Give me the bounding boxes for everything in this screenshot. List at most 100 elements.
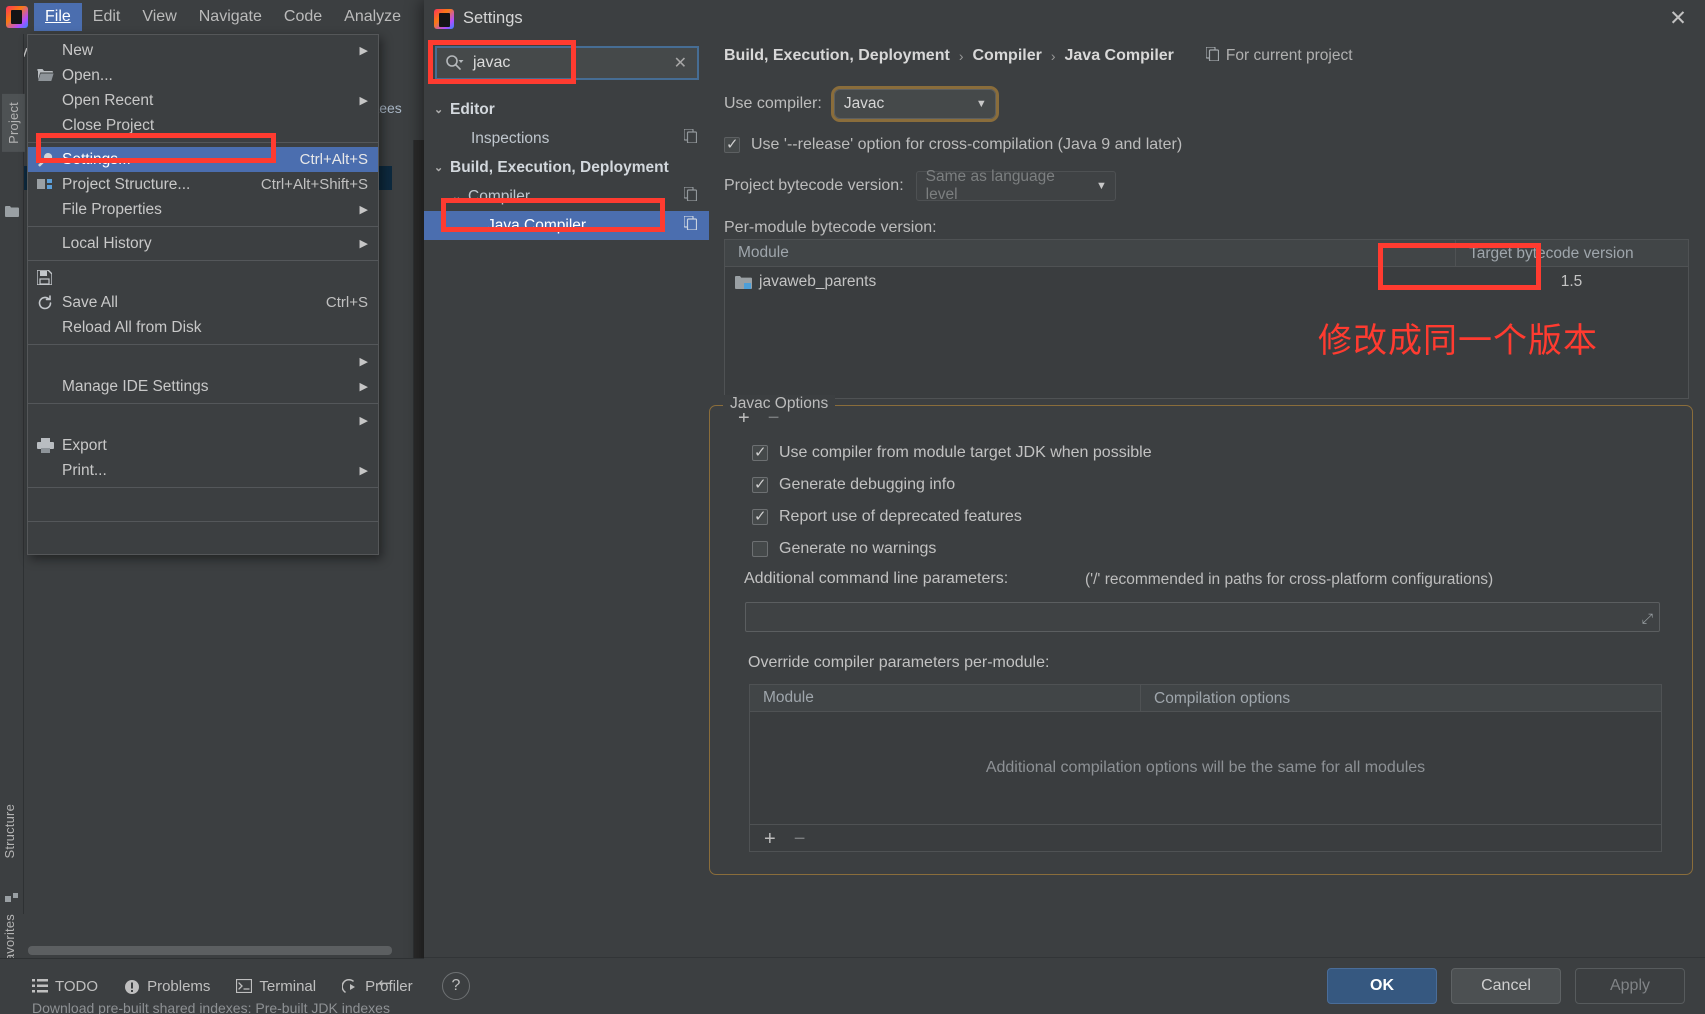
per-module-bytecode-row: Per-module bytecode version:	[709, 219, 1705, 237]
javac-options-legend: Javac Options	[723, 395, 836, 413]
generate-debugging-info-label: Generate debugging info	[779, 476, 956, 493]
help-button[interactable]: ?	[442, 972, 470, 1000]
module-icon	[735, 275, 752, 290]
chevron-down-icon[interactable]: ⌄	[434, 103, 450, 116]
search-input[interactable]: javac ✕	[435, 46, 699, 80]
additional-params-label: Additional command line parameters:	[744, 570, 1009, 587]
horizontal-scrollbar[interactable]	[28, 946, 392, 955]
copy-icon[interactable]	[683, 128, 698, 148]
breadcrumb-item-compiler[interactable]: Compiler	[972, 47, 1041, 65]
cancel-button[interactable]: Cancel	[1451, 968, 1561, 1004]
breadcrumb-item-build[interactable]: Build, Execution, Deployment	[724, 47, 950, 65]
report-deprecated-checkbox[interactable]	[752, 507, 768, 525]
menu-item-local-history-label: Local History	[62, 234, 152, 252]
settings-dialog: Settings ✕ javac ✕ ⌄ Editor Inspections …	[424, 0, 1705, 1014]
tree-item-build-label: Build, Execution, Deployment	[450, 158, 669, 176]
menu-item-manage-ide-settings[interactable]: ▶	[28, 349, 378, 374]
menubar-code-label: Code	[283, 8, 323, 25]
menu-item-exit[interactable]	[28, 526, 378, 551]
status-item-terminal[interactable]: Terminal	[236, 978, 316, 995]
expand-icon[interactable]: ⤢	[1642, 610, 1653, 627]
breadcrumb-item-java-compiler[interactable]: Java Compiler	[1065, 47, 1174, 65]
table-row[interactable]: javaweb_parents 1.5	[725, 267, 1688, 297]
generate-debugging-info-checkbox[interactable]	[752, 475, 768, 493]
menu-item-open-recent[interactable]: Open Recent ▶	[28, 88, 378, 113]
menubar-item-navigate[interactable]: Navigate	[188, 3, 273, 31]
menu-item-local-history[interactable]: Local History ▶	[28, 231, 378, 256]
chevron-down-icon[interactable]: ⌄	[452, 190, 468, 203]
menu-item-project-structure-label: Project Structure...	[62, 175, 191, 193]
tree-item-editor[interactable]: ⌄ Editor	[424, 95, 709, 124]
column-header-module[interactable]: Module	[750, 689, 1140, 707]
close-icon[interactable]: ✕	[1665, 7, 1691, 31]
column-header-target-bytecode[interactable]: Target bytecode version	[1455, 239, 1688, 267]
chevron-right-icon: ▶	[359, 465, 368, 477]
menubar-item-analyze[interactable]: Analyze	[333, 3, 412, 31]
chevron-right-icon: ▶	[359, 238, 368, 250]
search-field-wrapper: javac ✕	[435, 46, 699, 80]
problems-icon	[124, 979, 140, 995]
add-override-button[interactable]: +	[764, 828, 776, 851]
menu-item-close-project[interactable]: Close Project	[28, 113, 378, 138]
sidebar-item-project[interactable]: Project	[2, 94, 25, 152]
tree-item-inspections[interactable]: Inspections	[424, 124, 709, 153]
menubar-item-view[interactable]: View	[131, 3, 187, 31]
sidebar-item-structure[interactable]: Structure	[2, 804, 17, 859]
left-tool-window-strip: Project Structure Favorites	[0, 34, 25, 1003]
menu-item-new[interactable]: New ▶	[28, 38, 378, 63]
target-bytecode-value[interactable]: 1.5	[1455, 273, 1688, 291]
menu-item-add-to-favorites[interactable]: Print... ▶	[28, 458, 378, 483]
column-header-compilation-options[interactable]: Compilation options	[1140, 684, 1661, 712]
override-table-empty-note: Additional compilation options will be t…	[985, 759, 1426, 776]
tree-item-compiler[interactable]: ⌄ Compiler	[424, 182, 709, 211]
menu-item-project-structure[interactable]: Project Structure... Ctrl+Alt+Shift+S	[28, 172, 378, 197]
option-use-module-jdk[interactable]: Use compiler from module target JDK when…	[752, 443, 1152, 462]
menu-separator	[28, 344, 378, 345]
column-header-module[interactable]: Module	[725, 244, 1455, 262]
project-bytecode-label: Project bytecode version:	[724, 177, 904, 194]
menubar-item-code[interactable]: Code	[273, 3, 333, 31]
menu-separator	[28, 226, 378, 227]
remove-override-button[interactable]: −	[794, 828, 806, 851]
status-item-problems[interactable]: Problems	[124, 978, 210, 995]
option-generate-no-warnings[interactable]: Generate no warnings	[752, 540, 936, 558]
menu-item-file-properties[interactable]: File Properties ▶	[28, 197, 378, 222]
menu-item-invalidate-caches[interactable]: Reload All from Disk	[28, 315, 378, 340]
copy-icon[interactable]	[683, 215, 698, 235]
menu-item-reload-all-from-disk[interactable]: Save All Ctrl+S	[28, 290, 378, 315]
generate-no-warnings-checkbox[interactable]	[752, 541, 768, 557]
release-option-checkbox[interactable]	[724, 135, 740, 153]
menu-item-new-projects-settings[interactable]: Manage IDE Settings ▶	[28, 374, 378, 399]
tree-item-build-execution-deployment[interactable]: ⌄ Build, Execution, Deployment	[424, 153, 709, 182]
menu-item-save-all[interactable]	[28, 265, 378, 290]
copy-icon[interactable]	[683, 186, 698, 206]
file-dropdown-menu: New ▶ Open... Open Recent ▶ Close Projec…	[27, 34, 379, 555]
apply-button[interactable]: Apply	[1575, 968, 1685, 1004]
menubar-item-edit[interactable]: Edit	[82, 3, 132, 31]
module-name: javaweb_parents	[759, 273, 877, 290]
dialog-button-bar: ? OK Cancel Apply	[424, 957, 1705, 1014]
scope-indicator[interactable]: For current project	[1205, 45, 1353, 66]
menu-item-settings[interactable]: Settings... Ctrl+Alt+S	[28, 147, 378, 172]
chevron-down-icon[interactable]: ⌄	[434, 161, 450, 174]
close-icon[interactable]: ✕	[674, 53, 691, 73]
menu-item-open[interactable]: Open...	[28, 63, 378, 88]
menu-item-export[interactable]: ▶	[28, 408, 378, 433]
settings-right-panel: Build, Execution, Deployment › Compiler …	[709, 37, 1705, 957]
tree-item-java-compiler[interactable]: Java Compiler	[424, 211, 709, 240]
use-module-jdk-checkbox[interactable]	[752, 443, 768, 461]
option-generate-debugging-info[interactable]: Generate debugging info	[752, 475, 956, 494]
menu-item-print[interactable]: Export	[28, 433, 378, 458]
menu-item-power-save-mode[interactable]	[28, 492, 378, 517]
status-item-todo[interactable]: TODO	[32, 978, 98, 995]
project-bytecode-select[interactable]: Same as language level ▼	[915, 168, 1116, 203]
chevron-right-icon: ▶	[359, 356, 368, 368]
menu-separator	[28, 521, 378, 522]
menubar-item-file[interactable]: File	[34, 3, 82, 31]
option-report-deprecated[interactable]: Report use of deprecated features	[752, 507, 1022, 526]
use-compiler-select[interactable]: Javac ▼	[830, 86, 999, 122]
menu-item-settings-shortcut: Ctrl+Alt+S	[299, 151, 368, 168]
ok-button[interactable]: OK	[1327, 968, 1437, 1004]
release-option-row: Use '--release' option for cross-compila…	[709, 135, 1705, 154]
additional-params-input[interactable]: ⤢	[745, 602, 1660, 632]
